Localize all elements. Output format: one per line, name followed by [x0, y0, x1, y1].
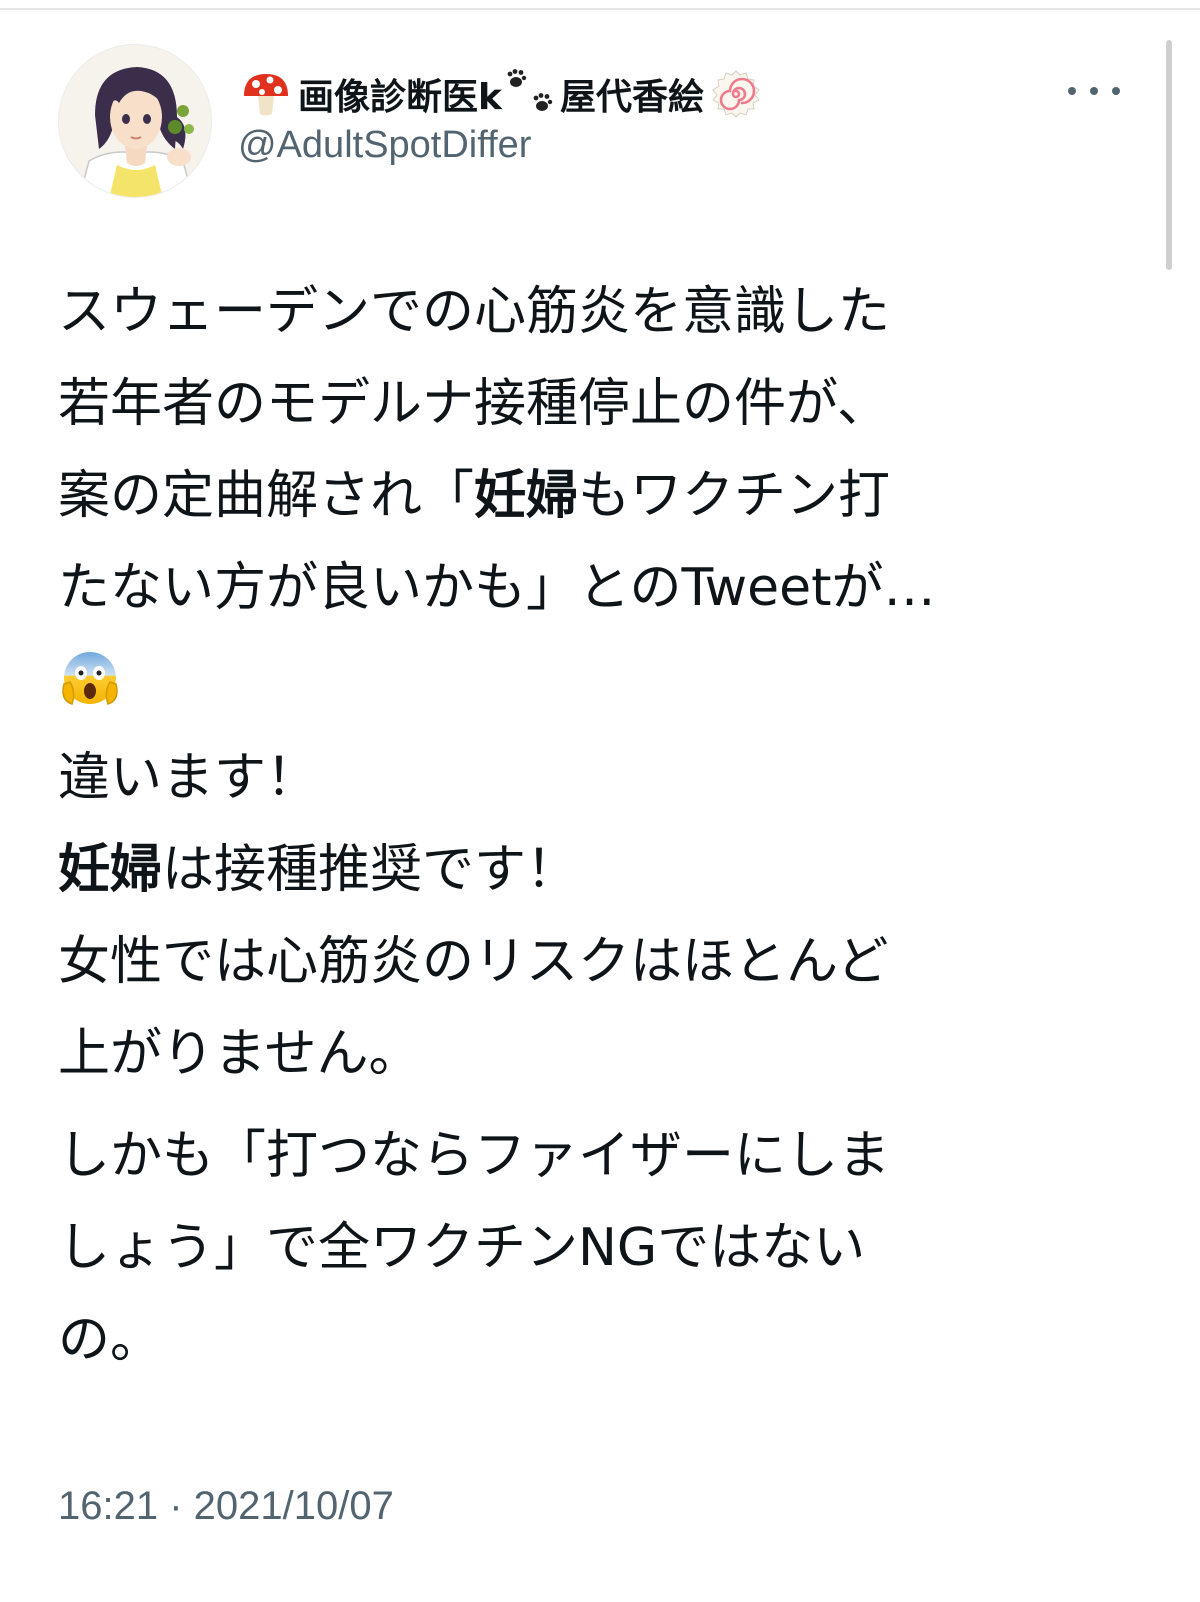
more-dot-icon — [1112, 87, 1120, 95]
paragraph-1: スウェーデンでの心筋炎を意識した 若年者のモデルナ接種停止の件が、 案の定曲解さ… — [58, 266, 1138, 726]
mushroom-icon — [244, 74, 288, 116]
text-line: 若年者のモデルナ接種停止の件が、 — [58, 374, 889, 434]
more-dot-icon — [1068, 87, 1076, 95]
text-fragment: 案の定曲解され「 — [58, 466, 475, 526]
text-line: スウェーデンでの心筋炎を意識した — [58, 282, 891, 342]
avatar[interactable] — [58, 44, 212, 198]
more-dot-icon — [1090, 87, 1098, 95]
text-line: 案の定曲解され「妊婦もワクチン打 — [58, 450, 1138, 542]
paragraph-2: 違います！ 妊婦は接種推奨です！ 女性では心筋炎のリスクはほとんど 上がりません… — [58, 732, 1138, 1100]
text-line: 違います！ — [58, 748, 319, 808]
more-options-button[interactable] — [1068, 80, 1120, 102]
avatar-illustration — [59, 45, 211, 197]
display-name: 画像診断医k — [298, 77, 502, 118]
text-line: の。 — [58, 1310, 163, 1370]
text-line: 妊婦は接種推奨です！ — [58, 824, 1138, 916]
emoji-line — [58, 634, 1138, 726]
bold-text: 妊婦 — [58, 840, 163, 900]
text-fragment: もワクチン打 — [578, 466, 891, 526]
display-name-row[interactable]: 画像診断医k 屋代香絵 — [240, 66, 762, 122]
text-line: しょう」で全ワクチンNGではない — [58, 1218, 866, 1278]
bold-text: 妊婦 — [474, 466, 579, 526]
user-handle[interactable]: @AdultSpotDiffer — [238, 124, 531, 167]
narutomaki-icon — [712, 70, 760, 118]
paragraph-3: しかも「打つならファイザーにしま しょう」で全ワクチンNGではない の。 — [58, 1110, 1138, 1386]
scrollbar[interactable] — [1166, 40, 1172, 270]
tweet-card: 画像診断医k 屋代香絵 @AdultSpotDiffer スウェーデンでの心筋炎… — [0, 0, 1200, 1602]
tweet-text: スウェーデンでの心筋炎を意識した 若年者のモデルナ接種停止の件が、 案の定曲解さ… — [58, 266, 1138, 1386]
top-divider — [0, 8, 1200, 10]
text-line: たない方が良いかも」とのTweetが… — [58, 558, 936, 618]
text-line: 上がりません。 — [58, 1024, 421, 1084]
paw-prints-icon — [507, 69, 553, 111]
face-screaming-in-fear-icon — [62, 652, 118, 705]
display-name-suffix: 屋代香絵 — [559, 77, 704, 118]
tweet-timestamp[interactable]: 16:21 · 2021/10/07 — [58, 1484, 394, 1529]
text-line: しかも「打つならファイザーにしま — [58, 1126, 891, 1186]
text-line: 女性では心筋炎のリスクはほとんど — [58, 932, 889, 992]
text-fragment: は接種推奨です！ — [162, 840, 579, 900]
